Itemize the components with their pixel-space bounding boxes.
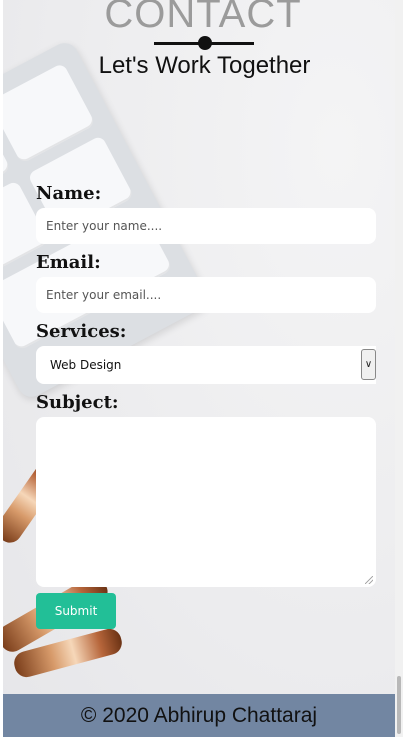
scrollbar-thumb[interactable] xyxy=(397,676,401,734)
subject-label: Subject: xyxy=(36,392,119,413)
page-scrollbar[interactable] xyxy=(395,0,403,737)
email-field[interactable]: Enter your email.... xyxy=(36,277,376,313)
contact-page: CONTACT Let's Work Together Name: Enter … xyxy=(3,0,395,737)
name-label: Name: xyxy=(36,183,102,204)
divider-dot xyxy=(198,36,212,50)
page-title: CONTACT xyxy=(104,0,302,36)
email-placeholder: Enter your email.... xyxy=(46,288,162,302)
services-label: Services: xyxy=(36,321,127,342)
services-selected-value: Web Design xyxy=(50,358,122,372)
subject-textarea[interactable] xyxy=(36,417,376,587)
submit-button[interactable]: Submit xyxy=(36,593,116,629)
footer: © 2020 Abhirup Chattaraj xyxy=(3,694,395,737)
name-field[interactable]: Enter your name.... xyxy=(36,208,376,244)
services-select[interactable]: Web Design ∨ xyxy=(36,346,376,384)
footer-copyright: © 2020 Abhirup Chattaraj xyxy=(80,703,318,727)
chevron-down-icon[interactable]: ∨ xyxy=(361,349,376,380)
page-subtitle: Let's Work Together xyxy=(98,52,311,79)
resize-grip-icon[interactable] xyxy=(365,576,373,584)
name-placeholder: Enter your name.... xyxy=(46,219,163,233)
email-label: Email: xyxy=(36,252,101,273)
